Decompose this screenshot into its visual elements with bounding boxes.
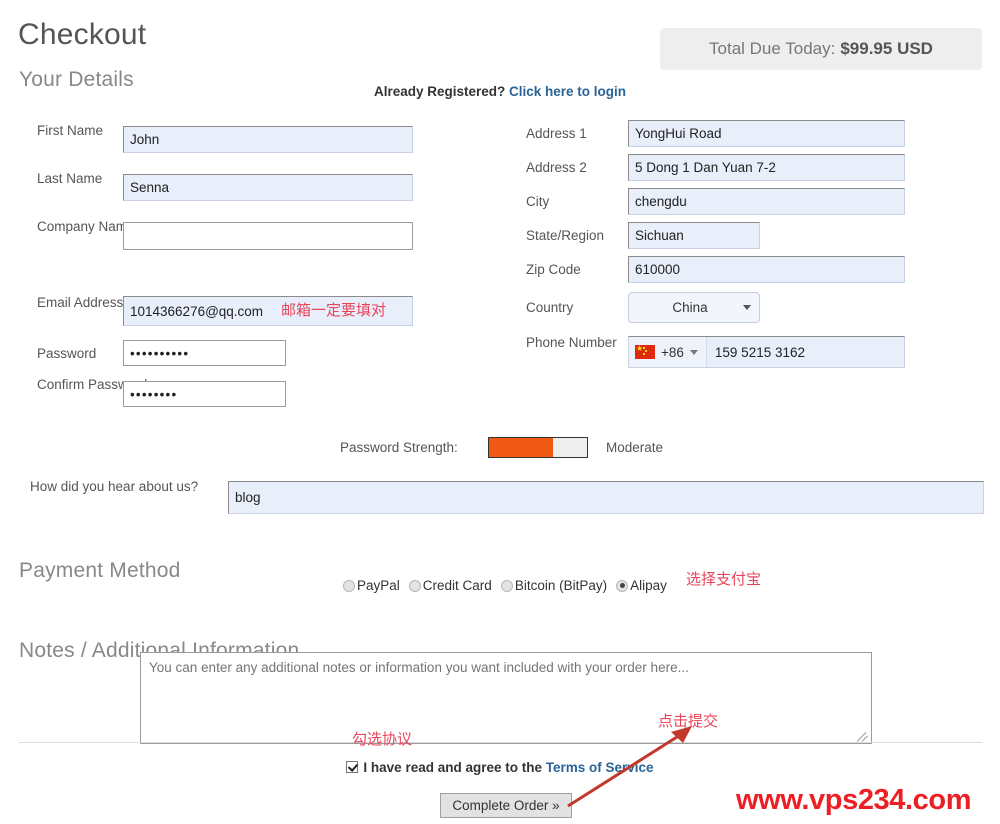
divider [19,742,982,743]
address2-input[interactable] [628,154,905,181]
label-city: City [526,194,550,209]
total-due-badge: Total Due Today: $99.95 USD [660,28,982,70]
terms-text: I have read and agree to the [363,760,542,775]
payment-option-label: Bitcoin (BitPay) [514,578,608,593]
radio-icon[interactable] [616,579,629,592]
annotation-submit: 点击提交 [658,712,719,730]
hear-about-us-input[interactable] [228,481,984,514]
radio-icon[interactable] [500,579,513,592]
site-watermark: www.vps234.com [736,784,972,816]
phone-number-group: +86 159 5215 3162 [628,336,905,368]
state-region-input[interactable] [628,222,760,249]
country-select[interactable]: China [628,292,760,323]
country-select-value: China [672,300,708,315]
label-company-name: Company Name [37,219,135,234]
label-address1: Address 1 [526,126,587,141]
complete-order-button[interactable]: Complete Order » [440,793,572,818]
login-prompt: Already Registered? Click here to login [0,84,1000,99]
terms-checkbox[interactable] [346,761,359,773]
login-link[interactable]: Click here to login [509,84,626,99]
payment-option-paypal[interactable]: PayPal [343,578,407,593]
login-prompt-text: Already Registered? [373,84,506,99]
label-state-region: State/Region [526,228,605,243]
total-due-label: Total Due Today: [709,39,836,58]
radio-icon[interactable] [408,579,421,592]
address1-input[interactable] [628,120,905,147]
page-title: Checkout [18,18,147,52]
section-title-payment-method: Payment Method [19,559,181,583]
terms-of-service-link[interactable]: Terms of Service [546,760,654,775]
label-last-name: Last Name [37,171,103,186]
payment-option-bitcoin-bitpay[interactable]: Bitcoin (BitPay) [500,578,614,593]
payment-option-alipay[interactable]: Alipay [616,578,674,593]
phone-country-code-selector[interactable]: +86 [629,337,707,367]
label-country: Country [526,300,574,315]
payment-method-options: PayPal Credit Card Bitcoin (BitPay) Alipay [343,578,676,593]
cn-flag-icon [635,342,655,359]
payment-option-label: Credit Card [422,578,492,593]
terms-row: I have read and agree to the Terms of Se… [0,760,1000,775]
password-strength-rating: Moderate [606,440,664,455]
label-password: Password [37,346,97,361]
payment-option-credit-card[interactable]: Credit Card [408,578,499,593]
label-zip-code: Zip Code [526,262,581,277]
annotation-email: 邮箱一定要填对 [281,301,387,319]
password-strength-bar [488,437,588,458]
confirm-password-input[interactable] [123,381,286,407]
city-input[interactable] [628,188,905,215]
password-input[interactable] [123,340,286,366]
label-hear-about-us: How did you hear about us? [30,479,199,494]
label-phone-number: Phone Number [526,335,617,350]
password-strength-fill [489,438,553,457]
annotation-alipay: 选择支付宝 [686,570,762,588]
radio-icon[interactable] [343,579,355,592]
label-first-name: First Name [37,123,104,138]
total-due-amount: $99.95 USD [840,39,933,58]
zip-code-input[interactable] [628,256,905,283]
company-name-input[interactable] [123,222,413,250]
annotation-terms: 勾选协议 [352,730,413,748]
chevron-down-icon [689,349,698,355]
chevron-down-icon [743,305,751,310]
payment-option-label: Alipay [630,578,667,593]
first-name-input[interactable] [123,126,413,153]
password-strength-label: Password Strength: [340,440,458,455]
last-name-input[interactable] [123,174,413,201]
label-email-address: Email Address [37,295,124,310]
label-address2: Address 2 [526,160,587,175]
payment-option-label: PayPal [357,578,400,593]
notes-textarea[interactable] [140,652,872,744]
phone-country-code: +86 [661,344,684,360]
phone-number-input[interactable]: 159 5215 3162 [707,345,904,360]
